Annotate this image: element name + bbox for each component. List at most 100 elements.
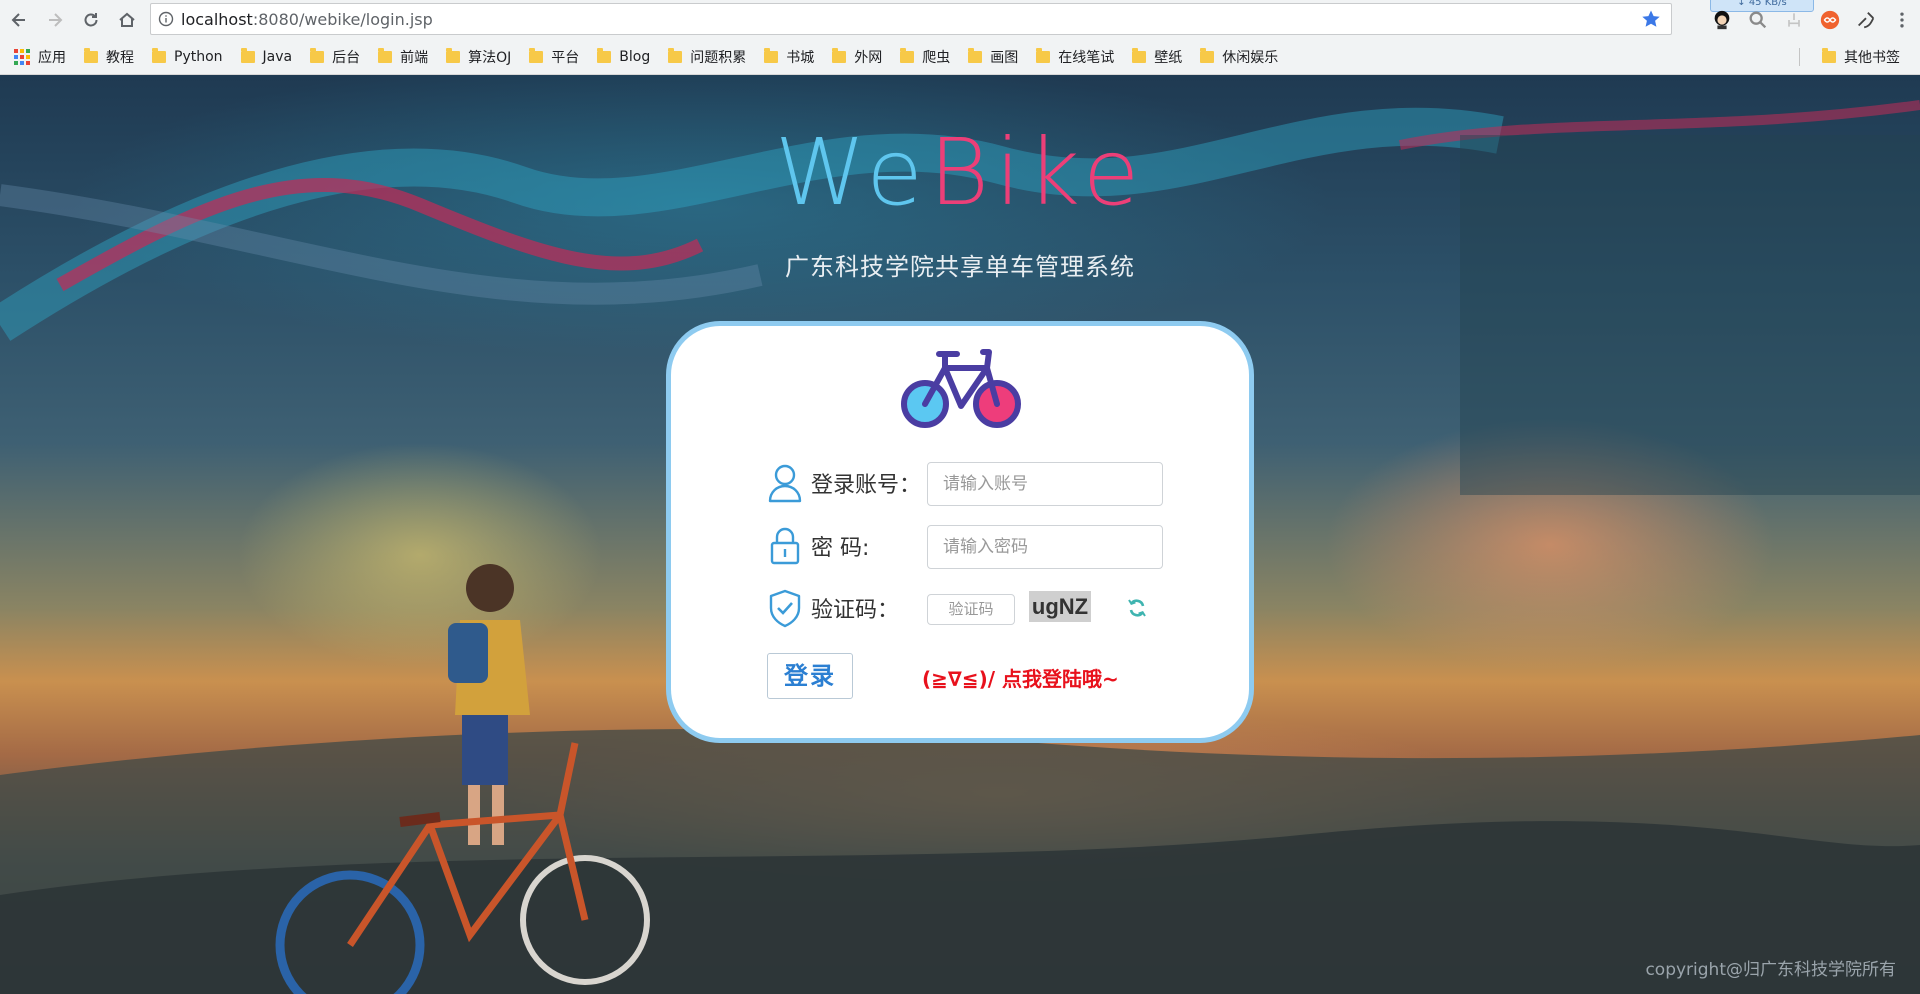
avatar-extension-icon[interactable]	[1704, 2, 1740, 38]
folder-icon	[84, 48, 98, 63]
account-label: 登录账号：	[811, 473, 922, 498]
bookmark-label: 外网	[854, 50, 883, 66]
captcha-image[interactable]: ugNZ	[1029, 591, 1091, 622]
search-extension-icon[interactable]	[1740, 2, 1776, 38]
captcha-row: 验证码：	[767, 588, 899, 628]
url-path: :8080/webike/login.jsp	[252, 9, 433, 29]
bookmark-folder[interactable]: Blog	[597, 48, 651, 65]
refresh-icon[interactable]	[1127, 598, 1147, 618]
bookmark-folder[interactable]: 平台	[529, 47, 579, 67]
folder-icon	[764, 48, 779, 63]
bookmark-folder[interactable]: Python	[152, 48, 223, 65]
folder-icon	[1200, 48, 1215, 63]
star-icon[interactable]	[1641, 9, 1661, 33]
bookmark-label: 休闲娱乐	[1222, 50, 1279, 66]
back-button[interactable]	[2, 4, 36, 36]
bookmark-separator	[1799, 48, 1800, 66]
reload-button[interactable]	[74, 4, 108, 36]
bookmark-folder[interactable]: Java	[240, 48, 293, 65]
brand-bike: Bike	[928, 119, 1146, 226]
folder-icon	[529, 48, 544, 63]
folder-icon	[446, 48, 461, 63]
bookmark-label: 问题积累	[690, 50, 747, 66]
password-label: 密 码:	[811, 536, 870, 561]
infinity-extension-icon[interactable]	[1812, 2, 1848, 38]
address-bar[interactable]: localhost:8080/webike/login.jsp	[150, 3, 1672, 35]
bookmark-folder[interactable]: 休闲娱乐	[1200, 47, 1278, 67]
bookmark-label: Blog	[619, 49, 651, 65]
other-bookmarks[interactable]: 其他书签	[1822, 40, 1900, 74]
bookmark-label: 前端	[400, 50, 429, 66]
bookmark-label: 画图	[990, 50, 1019, 66]
back-icon	[11, 13, 25, 27]
bookmark-label: 后台	[332, 50, 361, 66]
account-row: 登录账号：	[767, 463, 921, 503]
bookmark-label: 壁纸	[1154, 50, 1183, 66]
folder-icon	[968, 48, 983, 63]
page-subtitle: 广东科技学院共享单车管理系统	[785, 253, 1135, 281]
bookmark-label: 在线笔试	[1058, 50, 1115, 66]
folder-icon	[1822, 48, 1836, 63]
bookmark-folder[interactable]: 在线笔试	[1036, 47, 1114, 67]
password-input[interactable]: 请输入密码	[927, 525, 1163, 569]
folder-icon	[240, 48, 255, 63]
bookmark-folder[interactable]: 外网	[832, 47, 882, 67]
bookmark-label: 平台	[551, 50, 580, 66]
folder-icon	[310, 48, 325, 63]
bookmarks-bar: 应用 教程 Python Java 后台 前端 算法OJ 平台 Blog 问题积…	[0, 40, 1920, 75]
bicycle-icon	[901, 349, 1021, 428]
home-button[interactable]	[110, 4, 144, 36]
bookmark-folder[interactable]: 爬虫	[900, 47, 950, 67]
apps-icon	[14, 49, 30, 65]
bookmark-label: Java	[262, 49, 293, 65]
login-button[interactable]: 登录	[767, 653, 853, 699]
bookmark-folder[interactable]: 书城	[764, 47, 814, 67]
tool-extension-icon[interactable]	[1848, 2, 1884, 38]
folder-icon	[378, 48, 393, 63]
folder-icon	[1036, 48, 1051, 63]
bookmark-folder[interactable]: 问题积累	[668, 47, 746, 67]
reload-icon	[84, 13, 98, 27]
bookmark-apps[interactable]: 应用	[0, 47, 66, 67]
login-hint: (≧∇≦)/ 点我登陆哦~	[922, 667, 1119, 691]
shield-check-icon	[769, 589, 801, 628]
forward-icon	[49, 13, 63, 27]
home-icon	[119, 12, 135, 27]
account-input[interactable]: 请输入账号	[927, 462, 1163, 506]
folder-icon	[1132, 48, 1147, 63]
bookmark-folder[interactable]: 画图	[968, 47, 1018, 67]
folder-icon	[832, 48, 847, 63]
captcha-label: 验证码：	[811, 598, 900, 623]
forward-button[interactable]	[38, 4, 72, 36]
bookmark-folder[interactable]: 后台	[310, 47, 360, 67]
browser-toolbar: localhost:8080/webike/login.jsp ↓ 45 KB/…	[0, 0, 1920, 40]
url-text: localhost:8080/webike/login.jsp	[181, 10, 433, 29]
bookmark-label: 教程	[106, 50, 134, 66]
brand-logo: WeBike	[0, 123, 1920, 223]
bookmark-label: 书城	[786, 50, 815, 66]
bookmark-label: Python	[174, 49, 223, 65]
folder-icon	[900, 48, 915, 63]
bookmark-folder[interactable]: 算法OJ	[446, 47, 511, 67]
page-viewport: WeBike 广东科技学院共享单车管理系统 登录账号： 请输入账号 密 码: 请…	[0, 75, 1920, 994]
bookmark-folder[interactable]: 壁纸	[1132, 47, 1182, 67]
login-card: 登录账号： 请输入账号 密 码: 请输入密码 验证码： 验证码 ugNZ 登录 …	[666, 321, 1254, 743]
bookmark-folder[interactable]: 前端	[378, 47, 428, 67]
url-host: localhost	[181, 9, 253, 29]
copyright-text: copyright@归广东科技学院所有	[1645, 960, 1896, 980]
bookmark-label: 爬虫	[922, 50, 951, 66]
bookmark-label: 算法OJ	[468, 50, 512, 66]
network-extension-icon[interactable]	[1776, 2, 1812, 38]
menu-icon[interactable]	[1884, 2, 1920, 38]
bookmark-folder[interactable]: 教程	[84, 47, 134, 67]
info-icon[interactable]	[151, 11, 181, 27]
folder-icon	[152, 48, 166, 63]
lock-icon	[770, 527, 800, 565]
folder-icon	[668, 48, 683, 63]
user-icon	[768, 464, 802, 503]
captcha-input[interactable]: 验证码	[927, 594, 1015, 625]
folder-icon	[597, 48, 612, 63]
other-bookmarks-label: 其他书签	[1844, 50, 1900, 66]
brand-we: We	[774, 119, 929, 226]
password-row: 密 码:	[767, 526, 869, 566]
